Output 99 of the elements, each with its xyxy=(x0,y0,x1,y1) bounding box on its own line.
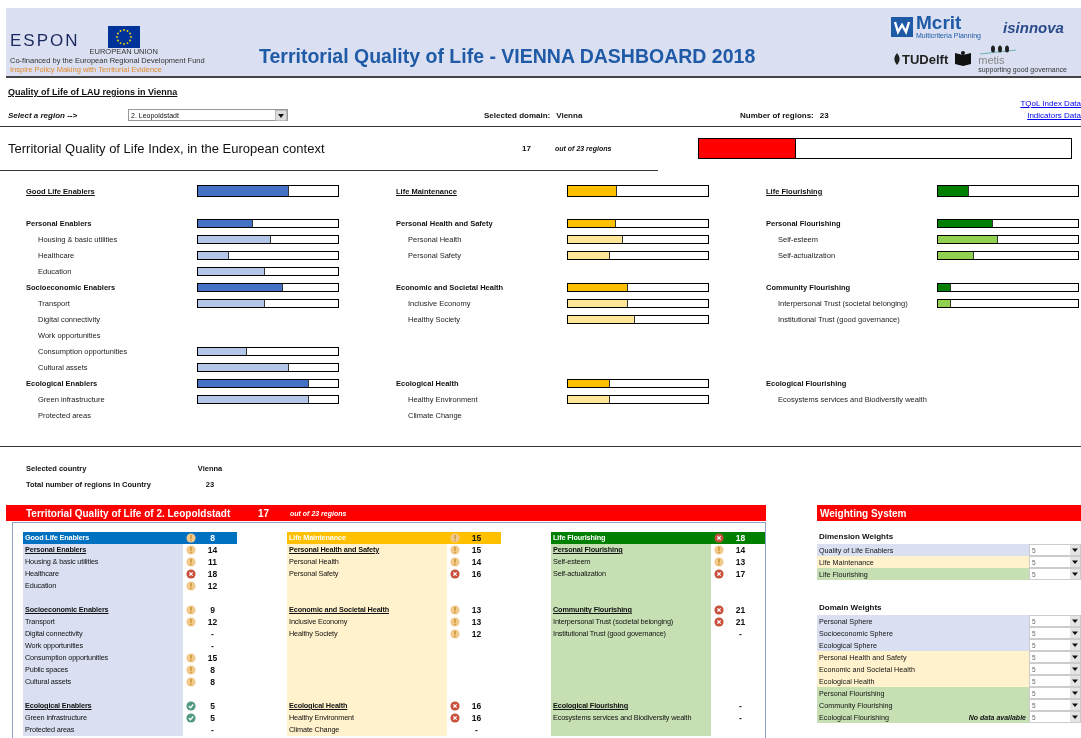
check-icon xyxy=(186,713,196,723)
field-label: Selected domain: xyxy=(484,110,551,120)
score-value: 18 xyxy=(206,569,219,579)
score-value: 11 xyxy=(207,557,218,567)
field-value: 23 xyxy=(819,110,829,120)
caret-icon xyxy=(1070,712,1080,722)
score-value: 21 xyxy=(734,617,747,627)
warning-icon xyxy=(450,545,460,555)
index-label: Territorial Quality of Life Index, in the European context xyxy=(8,141,326,156)
warning-icon xyxy=(450,557,460,567)
field-label: Number of regions: xyxy=(740,110,814,120)
warning-icon xyxy=(186,665,196,675)
warning-icon xyxy=(714,545,724,555)
caret-icon xyxy=(275,109,287,121)
score-value: - xyxy=(210,725,215,735)
score-value: 9 xyxy=(209,605,216,615)
logo-icon xyxy=(891,17,913,37)
score-value: 18 xyxy=(734,533,747,543)
cross-icon xyxy=(714,617,724,627)
dashboard-title: Territorial Quality of Life - VIENNA DASHBOARD 2018 xyxy=(258,45,757,68)
warning-icon xyxy=(450,629,460,639)
espon-logo: ESPON xyxy=(10,31,80,51)
caret-icon xyxy=(1070,628,1080,638)
rank-value: 17 xyxy=(258,507,271,519)
warning-icon xyxy=(186,557,196,567)
metis-logo: metis xyxy=(978,54,1006,66)
caret-icon xyxy=(1070,545,1080,555)
score-value: 15 xyxy=(470,533,483,543)
warning-icon xyxy=(714,557,724,567)
data-link[interactable]: Indicators Data xyxy=(1027,110,1081,120)
warning-icon xyxy=(186,617,196,627)
caret-icon xyxy=(1070,676,1080,686)
cross-icon xyxy=(450,713,460,723)
score-value: 15 xyxy=(470,545,483,555)
book-icon xyxy=(953,51,974,67)
score-value: 8 xyxy=(209,665,216,675)
cross-icon xyxy=(714,533,724,543)
score-value: - xyxy=(210,629,215,639)
warning-icon xyxy=(186,677,196,687)
check-icon xyxy=(186,701,196,711)
score-value: 13 xyxy=(734,557,747,567)
rank-value: 17 xyxy=(522,144,532,153)
cross-icon xyxy=(714,569,724,579)
score-value: 14 xyxy=(734,545,747,555)
warning-icon xyxy=(186,545,196,555)
score-value: 8 xyxy=(209,533,216,543)
score-value: - xyxy=(738,701,743,711)
cross-icon xyxy=(714,605,724,615)
caret-icon xyxy=(1070,664,1080,674)
caret-icon xyxy=(1070,640,1080,650)
score-value: 14 xyxy=(470,557,483,567)
warning-icon xyxy=(186,605,196,615)
cross-icon xyxy=(450,701,460,711)
score-value: 16 xyxy=(470,701,483,711)
score-value: - xyxy=(210,641,215,651)
caret-icon xyxy=(1070,616,1080,626)
score-value: 17 xyxy=(734,569,747,579)
score-value: - xyxy=(738,713,743,723)
score-value: 16 xyxy=(470,569,483,579)
warning-icon xyxy=(186,533,196,543)
mcrit-logo: Mcrit xyxy=(916,14,963,32)
score-value: 13 xyxy=(470,617,483,627)
score-value: 12 xyxy=(470,629,483,639)
score-value: 5 xyxy=(209,701,216,711)
score-value: - xyxy=(738,629,743,639)
warning-icon xyxy=(450,617,460,627)
score-value: 15 xyxy=(206,653,219,663)
score-value: 21 xyxy=(734,605,747,615)
score-value: 12 xyxy=(206,581,219,591)
select-label: Select a region --> xyxy=(8,110,79,120)
group-title: Domain Weights xyxy=(818,603,883,614)
score-value: 14 xyxy=(206,545,219,555)
warning-icon xyxy=(186,581,196,591)
score-value: 5 xyxy=(209,713,216,723)
isinnova-logo: isinnova xyxy=(1003,18,1064,36)
group-title: Dimension Weights xyxy=(818,532,895,543)
score-value: 16 xyxy=(470,713,483,723)
warning-icon xyxy=(450,605,460,615)
flag-icon xyxy=(107,26,140,48)
caret-icon xyxy=(1070,652,1080,662)
caret-icon xyxy=(1070,569,1080,579)
caret-icon xyxy=(1070,700,1080,710)
field-value: Vienna xyxy=(556,110,583,120)
section-title: Weighting System xyxy=(819,507,908,519)
warning-icon xyxy=(450,533,460,543)
caret-icon xyxy=(1070,557,1080,567)
cross-icon xyxy=(450,569,460,579)
warning-icon xyxy=(186,653,196,663)
score-value: 12 xyxy=(206,617,219,627)
caret-icon xyxy=(1070,688,1080,698)
score-value: 13 xyxy=(470,605,483,615)
birds-icon xyxy=(978,44,1019,55)
cross-icon xyxy=(186,569,196,579)
page-heading: Quality of Life of LAU regions in Vienna xyxy=(8,87,178,97)
tudelft-logo: TUDelft xyxy=(902,51,949,67)
data-link[interactable]: TQoL Index Data xyxy=(1020,99,1081,108)
section-title: Territorial Quality of Life of 2. Leopoldstadt xyxy=(25,507,232,519)
score-value: - xyxy=(474,725,479,735)
score-value: 8 xyxy=(209,677,216,687)
